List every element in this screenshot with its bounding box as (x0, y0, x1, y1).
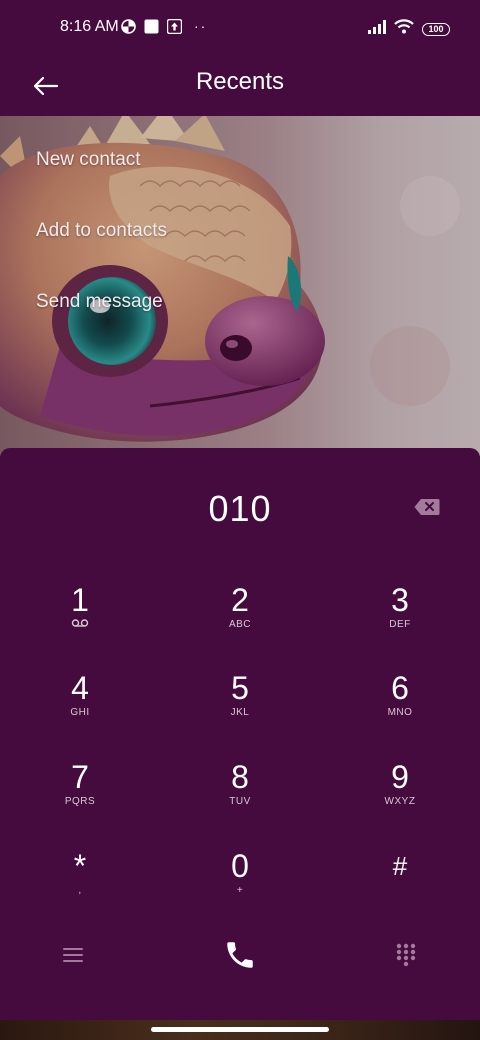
signal-icon (368, 19, 386, 39)
menu-button[interactable] (49, 938, 97, 972)
key-digit: * (73, 848, 87, 884)
app-bar: Recents (0, 56, 480, 116)
key-digit: 5 (231, 670, 249, 706)
key-8[interactable]: 8 TUV (180, 759, 300, 839)
key-digit: 2 (231, 582, 249, 618)
key-letters: GHI (70, 707, 90, 718)
dialpad-panel: 010 1 2 ABC 3 DEF 4 GHI 5 JKL 6 MNO 7 PQ… (0, 448, 480, 1020)
key-6[interactable]: 6 MNO (340, 670, 460, 750)
key-letters: MNO (387, 707, 413, 718)
key-letters: , (78, 885, 82, 896)
key-letters: PQRS (64, 796, 96, 807)
upload-icon (166, 18, 183, 35)
key-digit: 3 (391, 582, 409, 618)
key-digit: 0 (231, 848, 249, 884)
key-digit: 1 (71, 582, 89, 618)
key-3[interactable]: 3 DEF (340, 582, 460, 662)
key-letters: JKL (230, 707, 250, 718)
status-notification-icons: ·· (121, 18, 208, 35)
key-letters: DEF (389, 619, 411, 630)
key-star[interactable]: * , (20, 848, 140, 928)
key-letters: TUV (229, 796, 251, 807)
key-letters: WXYZ (384, 796, 416, 807)
key-hash[interactable]: # (340, 848, 460, 928)
status-time: 8:16 AM (60, 18, 119, 35)
send-message-option[interactable]: Send message (36, 291, 163, 313)
voicemail-icon (20, 618, 140, 633)
key-digit: # (392, 851, 408, 881)
key-2[interactable]: 2 ABC (180, 582, 300, 662)
gesture-area (0, 1020, 480, 1040)
wallpaper-background: New contact Add to contacts Send message (0, 116, 480, 456)
key-letters: ABC (228, 619, 252, 630)
new-contact-option[interactable]: New contact (36, 149, 141, 171)
home-indicator[interactable] (151, 1027, 329, 1032)
square-notification-icon (144, 19, 159, 34)
backspace-icon (414, 499, 440, 515)
page-title: Recents (195, 68, 285, 95)
key-digit: 4 (71, 670, 89, 706)
key-7[interactable]: 7 PQRS (20, 759, 140, 839)
keypad-toggle-button[interactable] (382, 938, 430, 972)
wifi-icon (394, 19, 414, 39)
status-system-icons: 100 (368, 19, 450, 39)
dialed-number: 010 (208, 488, 272, 529)
call-button[interactable] (216, 938, 264, 972)
key-4[interactable]: 4 GHI (20, 670, 140, 750)
add-to-contacts-option[interactable]: Add to contacts (36, 220, 167, 242)
key-1[interactable]: 1 (20, 582, 140, 662)
call-icon (227, 942, 253, 968)
key-letters: + (236, 885, 244, 896)
battery-icon: 100 (422, 22, 450, 36)
dialer-screen: 8:16 AM ·· 100 Recents New contact Add t… (0, 0, 480, 1040)
key-digit: 7 (71, 759, 89, 795)
key-digit: 8 (231, 759, 249, 795)
key-5[interactable]: 5 JKL (180, 670, 300, 750)
status-bar: 8:16 AM ·· 100 (0, 0, 480, 56)
more-notifications-icon: ·· (194, 18, 208, 34)
key-9[interactable]: 9 WXYZ (340, 759, 460, 839)
keypad-icon (396, 943, 416, 967)
key-0[interactable]: 0 + (180, 848, 300, 928)
key-digit: 9 (391, 759, 409, 795)
backspace-button[interactable] (414, 498, 440, 516)
key-digit: 6 (391, 670, 409, 706)
menu-icon (63, 948, 83, 962)
vpn-icon (121, 19, 136, 34)
